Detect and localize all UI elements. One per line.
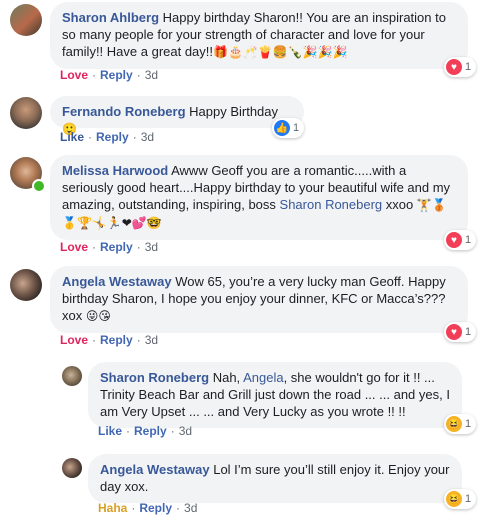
timestamp[interactable]: 3d [141, 130, 154, 144]
timestamp[interactable]: 3d [145, 333, 158, 347]
separator: · [136, 68, 141, 82]
comment-author[interactable]: Sharon Ahlberg [62, 10, 159, 25]
comment-bubble: Sharon Ahlberg Happy birthday Sharon!! Y… [50, 2, 468, 69]
avatar[interactable] [62, 458, 82, 478]
avatar[interactable] [62, 366, 82, 386]
reaction-count: 1 [465, 234, 472, 246]
reply-button[interactable]: Reply [100, 333, 133, 347]
separator: · [136, 240, 141, 254]
separator: · [132, 130, 137, 144]
reply-button[interactable]: Reply [96, 130, 129, 144]
reply-button[interactable]: Reply [139, 501, 172, 515]
comment-actions: Love · Reply · 3d [60, 68, 158, 82]
comment-bubble: Fernando Roneberg Happy Birthday 🙂 [50, 96, 304, 136]
timestamp[interactable]: 3d [184, 501, 197, 515]
reaction-count: 1 [465, 326, 472, 338]
comment-1: Sharon Ahlberg Happy birthday Sharon!! Y… [0, 0, 480, 90]
heart-icon: ♥ [446, 232, 462, 248]
separator: · [176, 501, 181, 515]
reaction-count-badge[interactable]: 😆 1 [444, 489, 477, 509]
love-button[interactable]: Love [60, 240, 88, 254]
separator: · [92, 68, 97, 82]
reply-button[interactable]: Reply [100, 68, 133, 82]
reaction-count: 1 [293, 122, 300, 134]
haha-button[interactable]: Haha [98, 501, 127, 515]
reply-author[interactable]: Sharon Roneberg [100, 370, 209, 385]
timestamp[interactable]: 3d [179, 424, 192, 438]
online-status-icon [32, 179, 46, 193]
reaction-count-badge[interactable]: 👍 1 [272, 118, 305, 138]
heart-icon: ♥ [446, 59, 462, 75]
comment-author[interactable]: Melissa Harwood [62, 163, 168, 178]
reply-bubble: Angela Westaway Lol I’m sure you’ll stil… [88, 454, 462, 503]
timestamp[interactable]: 3d [145, 240, 158, 254]
avatar[interactable] [10, 97, 42, 129]
comment-actions: Love · Reply · 3d [60, 240, 158, 254]
reaction-count-badge[interactable]: ♥ 1 [444, 57, 477, 77]
haha-icon: 😆 [446, 416, 462, 432]
reaction-count-badge[interactable]: ♥ 1 [444, 230, 477, 250]
reaction-count: 1 [465, 493, 472, 505]
avatar[interactable] [10, 4, 42, 36]
like-button[interactable]: Like [60, 130, 84, 144]
reply-author[interactable]: Angela Westaway [100, 462, 210, 477]
mention-link[interactable]: Angela [243, 370, 283, 385]
comment-bubble: Angela Westaway Wow 65, you’re a very lu… [50, 266, 468, 333]
emoji-sequence: 🎁🎂🥂🍟🍔🍾🎉🎉🎉 [213, 45, 348, 59]
reply-bubble: Sharon Roneberg Nah, Angela, she wouldn'… [88, 362, 462, 428]
reply-button[interactable]: Reply [134, 424, 167, 438]
separator: · [126, 424, 131, 438]
separator: · [136, 333, 141, 347]
love-button[interactable]: Love [60, 68, 88, 82]
separator: · [92, 240, 97, 254]
reply-text: Nah, [212, 370, 241, 385]
mention-link[interactable]: Sharon Roneberg [280, 197, 383, 212]
reaction-count-badge[interactable]: 😆 1 [444, 414, 477, 434]
reaction-count-badge[interactable]: ♥ 1 [444, 322, 477, 342]
haha-icon: 😆 [446, 491, 462, 507]
heart-icon: ♥ [446, 324, 462, 340]
comment-author[interactable]: Angela Westaway [62, 274, 172, 289]
thumbs-up-icon: 👍 [274, 120, 290, 136]
emoji-sequence: 😜😘 [85, 309, 111, 323]
separator: · [131, 501, 136, 515]
separator: · [170, 424, 175, 438]
comment-actions: Like · Reply · 3d [60, 130, 154, 144]
avatar[interactable] [10, 269, 42, 301]
comment-text: Happy Birthday [189, 104, 279, 119]
reply-actions: Like · Reply · 3d [98, 424, 192, 438]
separator: · [92, 333, 97, 347]
reply-button[interactable]: Reply [100, 240, 133, 254]
timestamp[interactable]: 3d [145, 68, 158, 82]
reply-actions: Haha · Reply · 3d [98, 501, 197, 515]
reaction-count: 1 [465, 418, 472, 430]
like-button[interactable]: Like [98, 424, 122, 438]
reaction-count: 1 [465, 61, 472, 73]
comment-bubble: Melissa Harwood Awww Geoff you are a rom… [50, 155, 468, 240]
comment-actions: Love · Reply · 3d [60, 333, 158, 347]
comment-author[interactable]: Fernando Roneberg [62, 104, 186, 119]
comment-text-tail: xxoo [385, 197, 414, 212]
separator: · [88, 130, 93, 144]
love-button[interactable]: Love [60, 333, 88, 347]
